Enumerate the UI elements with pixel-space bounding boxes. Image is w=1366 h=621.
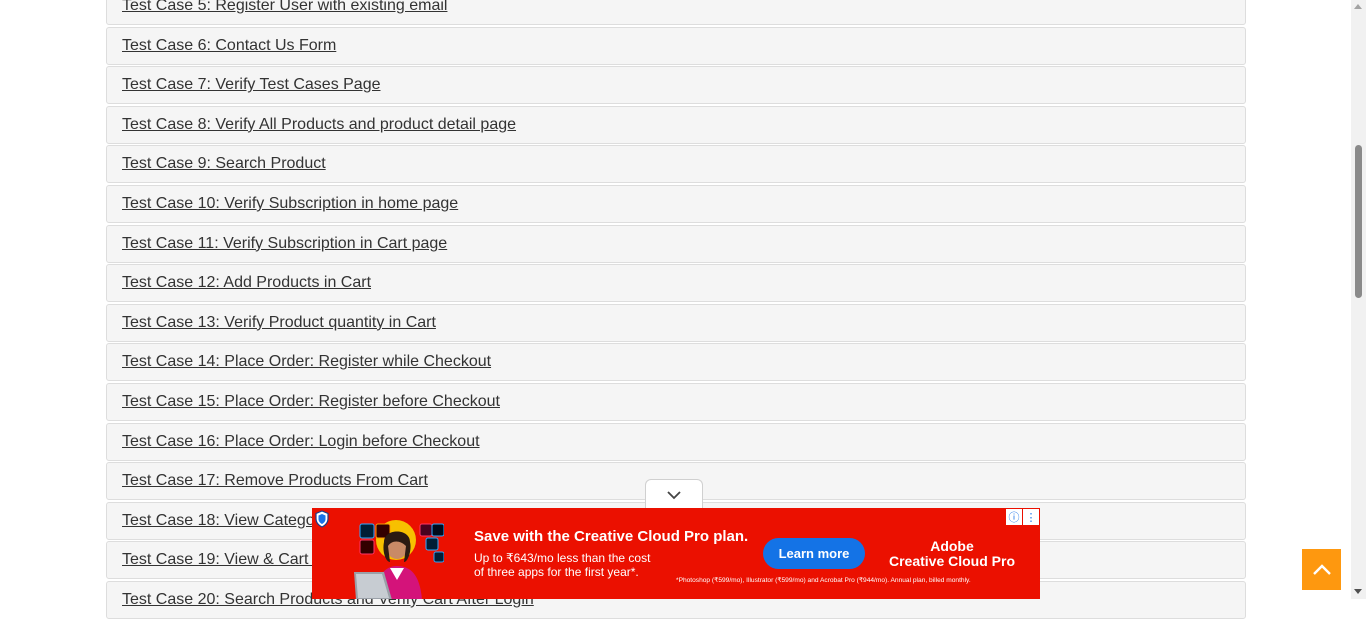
test-case-link[interactable]: Test Case 7: Verify Test Cases Page	[122, 76, 381, 94]
ad-product-name: Creative Cloud Pro	[888, 553, 1016, 569]
test-case-link[interactable]: Test Case 9: Search Product	[122, 155, 326, 173]
list-item: Test Case 11: Verify Subscription in Car…	[106, 224, 1246, 263]
test-case-link[interactable]: Test Case 5: Register User with existing…	[122, 0, 447, 15]
ad-brand-name: Adobe	[930, 538, 974, 554]
test-case-link[interactable]: Test Case 6: Contact Us Form	[122, 37, 336, 55]
ad-collapse-button[interactable]	[645, 479, 703, 509]
list-item: Test Case 14: Place Order: Register whil…	[106, 343, 1246, 382]
chevron-down-icon	[667, 490, 681, 499]
list-item: Test Case 7: Verify Test Cases Page	[106, 66, 1246, 105]
list-item: Test Case 15: Place Order: Register befo…	[106, 382, 1246, 421]
test-case-link[interactable]: Test Case 8: Verify All Products and pro…	[122, 116, 516, 134]
scroll-up-arrow-icon[interactable]	[1354, 4, 1362, 9]
ad-fine-print: *Photoshop (₹599/mo), Illustrator (₹599/…	[676, 577, 971, 584]
scrollbar-thumb[interactable]	[1355, 145, 1362, 298]
scrollbar[interactable]	[1351, 0, 1366, 599]
test-case-link[interactable]: Test Case 16: Place Order: Login before …	[122, 433, 480, 451]
list-item: Test Case 8: Verify All Products and pro…	[106, 105, 1246, 144]
ad-person-image	[354, 520, 444, 599]
test-case-link[interactable]: Test Case 15: Place Order: Register befo…	[122, 393, 500, 411]
ad-choices: ⓘ ⋮	[1006, 509, 1039, 525]
test-case-link[interactable]: Test Case 11: Verify Subscription in Car…	[122, 235, 447, 253]
test-case-link[interactable]: Test Case 12: Add Products in Cart	[122, 274, 371, 292]
test-case-link[interactable]: Test Case 14: Place Order: Register whil…	[122, 353, 491, 371]
ad-brand-logo: Adobe Creative Cloud Pro	[887, 539, 1017, 569]
list-item: Test Case 6: Contact Us Form	[106, 26, 1246, 65]
learn-more-button[interactable]: Learn more	[763, 538, 865, 569]
list-item: Test Case 9: Search Product	[106, 145, 1246, 184]
ad-headline: Save with the Creative Cloud Pro plan.	[474, 528, 749, 545]
chevron-up-icon	[1312, 563, 1331, 575]
ad-banner[interactable]: Save with the Creative Cloud Pro plan. U…	[312, 508, 1040, 599]
scroll-down-arrow-icon[interactable]	[1354, 589, 1362, 594]
scroll-to-top-button[interactable]	[1302, 549, 1341, 590]
list-item: Test Case 5: Register User with existing…	[106, 0, 1246, 25]
shield-icon	[315, 510, 329, 528]
test-case-link[interactable]: Test Case 17: Remove Products From Cart	[122, 472, 428, 490]
test-case-link[interactable]: Test Case 13: Verify Product quantity in…	[122, 314, 436, 332]
ad-menu-icon[interactable]: ⋮	[1023, 509, 1039, 525]
ad-subtext-line: Up to ₹643/mo less than the cost	[474, 551, 651, 565]
list-item: Test Case 10: Verify Subscription in hom…	[106, 184, 1246, 223]
list-item: Test Case 12: Add Products in Cart	[106, 264, 1246, 303]
ad-subtext: Up to ₹643/mo less than the cost of thre…	[474, 551, 684, 579]
test-case-link[interactable]: Test Case 10: Verify Subscription in hom…	[122, 195, 458, 213]
list-item: Test Case 16: Place Order: Login before …	[106, 422, 1246, 461]
ad-info-icon[interactable]: ⓘ	[1006, 509, 1022, 525]
ad-subtext-line: of three apps for the first year*.	[474, 565, 639, 579]
list-item: Test Case 13: Verify Product quantity in…	[106, 303, 1246, 342]
